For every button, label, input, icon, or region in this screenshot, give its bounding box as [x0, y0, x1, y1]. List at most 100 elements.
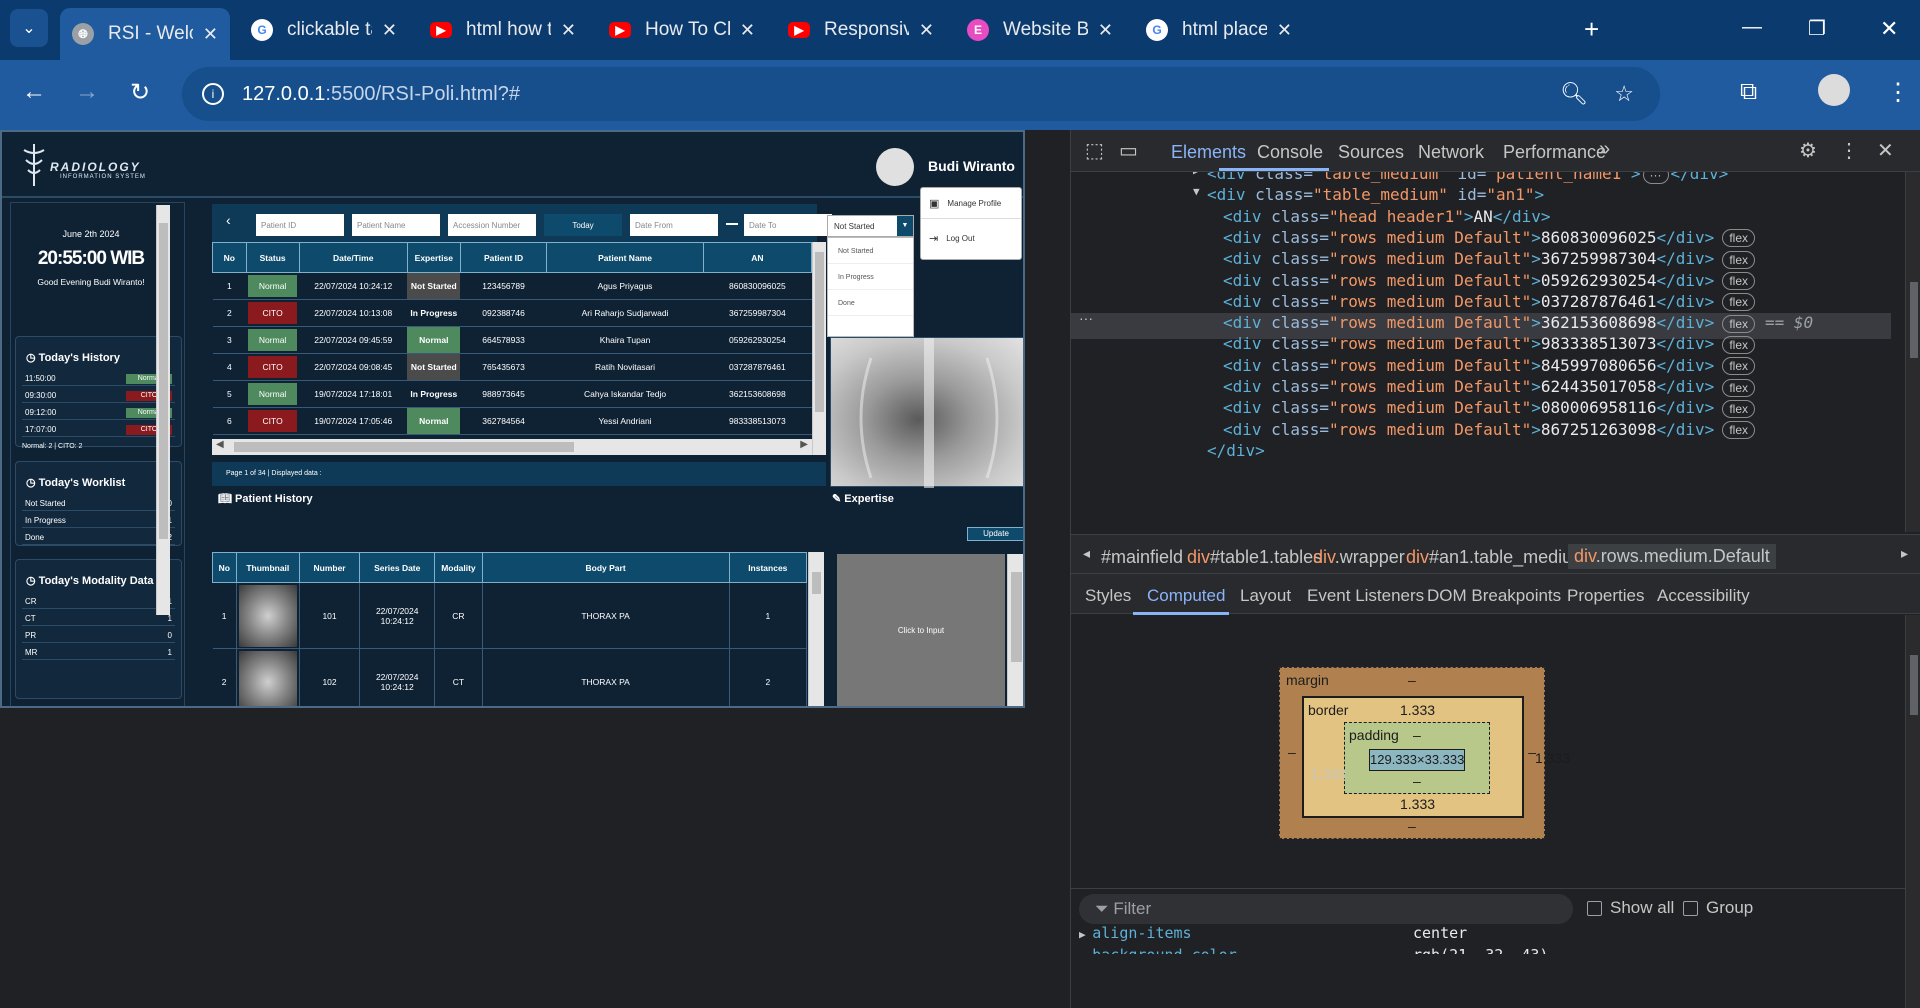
column-header[interactable]: No — [212, 552, 237, 583]
table-row[interactable]: 1 Normal 22/07/2024 10:24:12 Not Started 123… — [212, 272, 812, 300]
accession-number-input[interactable]: Accession Number — [448, 214, 536, 236]
expertise-input-area[interactable]: Click to Input — [837, 554, 1005, 706]
xray-thumbnail-image[interactable] — [238, 650, 297, 706]
flex-badge[interactable]: flex — [1722, 378, 1755, 397]
table-hscrollbar[interactable]: ◀ ▶ — [212, 439, 812, 455]
history-row[interactable]: 11:50:00 Normal — [22, 372, 175, 386]
user-name[interactable]: Budi Wiranto — [928, 158, 1015, 174]
close-tab-icon[interactable]: ✕ — [382, 20, 397, 41]
show-all-checkbox[interactable]: Show all — [1587, 898, 1674, 918]
scroll-right-icon[interactable]: ▶ — [800, 439, 808, 450]
breadcrumb-item[interactable]: div.rows.medium.Default — [1568, 544, 1776, 569]
flex-badge[interactable]: flex — [1722, 314, 1755, 333]
close-tab-icon[interactable]: ✕ — [203, 24, 218, 45]
devtools-tab[interactable]: Performance — [1503, 142, 1606, 163]
date-to-input[interactable]: Date To — [744, 214, 832, 236]
column-header[interactable]: Thumbnail — [235, 552, 300, 583]
xray-preview-image[interactable] — [830, 337, 1023, 488]
inspect-icon[interactable]: ⬚ — [1085, 138, 1104, 163]
column-header[interactable]: Status — [245, 242, 300, 273]
flex-badge[interactable]: flex — [1722, 335, 1755, 354]
devtools-tab[interactable]: Sources — [1338, 142, 1404, 163]
computed-prop-background-color[interactable]: ▶ background-color — [1079, 946, 1237, 954]
status-option[interactable]: Done — [828, 290, 913, 316]
extensions-icon[interactable]: ⧉ — [1740, 78, 1757, 106]
modality-row[interactable]: CT 1 — [22, 612, 175, 626]
logout-item[interactable]: ⇥ Log Out — [921, 219, 1021, 257]
devtools-tab[interactable]: Network — [1418, 142, 1484, 163]
zoom-icon[interactable]: 🔍︎ — [1560, 81, 1588, 107]
scrollbar-thumb[interactable] — [815, 252, 824, 412]
styles-subtab[interactable]: DOM Breakpoints — [1427, 586, 1561, 606]
elements-scrollbar[interactable] — [1905, 172, 1920, 532]
flex-badge[interactable]: flex — [1722, 229, 1755, 248]
breadcrumb-item[interactable]: #mainfield — [1101, 547, 1183, 568]
worklist-row[interactable]: Not Started0 — [22, 497, 175, 511]
filter-input[interactable]: ⏷ Filter — [1079, 894, 1573, 924]
table-row[interactable]: 2 102 22/07/2024 10:24:12 CT THORAX PA 2 — [212, 648, 808, 706]
browser-tab[interactable]: Ghtml placehol ✕ — [1134, 10, 1304, 50]
browser-menu-icon[interactable]: ⋮ — [1886, 78, 1910, 107]
table-row[interactable]: 1 101 22/07/2024 10:24:12 CR THORAX PA 1 — [212, 582, 808, 649]
table-row[interactable]: 2 CITO 22/07/2024 10:13:08 In Progress 09238… — [212, 299, 812, 327]
scrollbar-thumb[interactable] — [234, 442, 574, 452]
breadcrumb-right-icon[interactable]: ▸ — [1901, 545, 1908, 562]
restore-button[interactable]: ❐ — [1808, 16, 1826, 41]
styles-subtab[interactable]: Styles — [1085, 586, 1131, 606]
site-info-icon[interactable]: i — [202, 83, 224, 105]
close-tab-icon[interactable]: ✕ — [919, 20, 934, 41]
styles-subtab[interactable]: Properties — [1567, 586, 1644, 606]
devtools-menu-icon[interactable]: ⋮ — [1839, 138, 1859, 163]
back-icon[interactable]: ← — [22, 78, 46, 106]
table-row[interactable]: 6 CITO 19/07/2024 17:05:46 Normal 362784564 Y… — [212, 407, 812, 435]
collapse-arrow-icon[interactable]: ▼ — [1193, 185, 1200, 198]
flex-badge[interactable]: flex — [1722, 399, 1755, 418]
flex-badge[interactable]: flex — [1722, 421, 1755, 440]
flex-badge[interactable]: flex — [1722, 357, 1755, 376]
user-avatar[interactable] — [876, 148, 914, 186]
chevron-left-icon[interactable]: ‹ — [226, 212, 231, 228]
computed-prop-align-items[interactable]: ▶ align-items — [1079, 924, 1192, 942]
modality-row[interactable]: MR 1 — [22, 646, 175, 660]
minimize-button[interactable]: — — [1742, 16, 1762, 39]
node-actions-icon[interactable]: ··· — [1079, 310, 1093, 326]
table-row[interactable]: 3 Normal 22/07/2024 09:45:59 Normal 66457893… — [212, 326, 812, 354]
close-window-button[interactable]: ✕ — [1880, 16, 1898, 42]
table-row[interactable]: 5 Normal 19/07/2024 17:18:01 In Progress 988… — [212, 380, 812, 408]
column-header[interactable]: Patient Name — [546, 242, 704, 273]
scroll-left-icon[interactable]: ◀ — [216, 439, 224, 450]
breadcrumb-item[interactable]: div.wrapper — [1313, 547, 1405, 568]
more-tabs-icon[interactable]: » — [1599, 138, 1610, 161]
address-bar[interactable]: i 127.0.0.1:5500/RSI-Poli.html?# 🔍︎ ☆ — [182, 67, 1660, 121]
status-option[interactable]: In Progress — [828, 264, 913, 290]
worklist-row[interactable]: In Progress1 — [22, 514, 175, 528]
modality-row[interactable]: PR 0 — [22, 629, 175, 643]
bookmark-star-icon[interactable]: ☆ — [1614, 81, 1634, 107]
manage-profile-item[interactable]: ▣ Manage Profile — [921, 188, 1021, 219]
browser-tab[interactable]: ▶ Responsive Na ✕ — [776, 10, 946, 50]
group-checkbox[interactable]: Group — [1683, 898, 1753, 918]
expand-arrow-icon[interactable]: ▶ — [1193, 172, 1200, 177]
history-row[interactable]: 17:07:00 CITO — [22, 423, 175, 437]
column-header[interactable]: Modality — [434, 552, 483, 583]
column-header[interactable]: Body Part — [481, 552, 730, 583]
date-from-input[interactable]: Date From — [630, 214, 718, 236]
profile-avatar[interactable] — [1818, 74, 1850, 106]
table-vscrollbar[interactable] — [812, 242, 826, 455]
styles-subtab[interactable]: Accessibility — [1657, 586, 1750, 606]
breadcrumb-item[interactable]: div#table1.tables — [1187, 547, 1322, 568]
expertise-vscrollbar[interactable] — [1007, 554, 1023, 706]
styles-subtab[interactable]: Computed — [1147, 586, 1225, 606]
scrollbar-thumb[interactable] — [1011, 572, 1022, 662]
breadcrumb-item[interactable]: div#an1.table_medium — [1406, 547, 1587, 568]
close-tab-icon[interactable]: ✕ — [740, 20, 755, 41]
forward-icon[interactable]: → — [75, 78, 99, 106]
ellipsis-badge[interactable]: ··· — [1642, 172, 1669, 184]
patient-id-input[interactable]: Patient ID — [256, 214, 344, 236]
flex-badge[interactable]: flex — [1722, 250, 1755, 269]
close-tab-icon[interactable]: ✕ — [1277, 20, 1292, 41]
devtools-tab[interactable]: Elements — [1171, 142, 1246, 163]
today-button[interactable]: Today — [544, 214, 622, 236]
tab-search-button[interactable]: ⌄ — [10, 9, 48, 47]
close-tab-icon[interactable]: ✕ — [561, 20, 576, 41]
